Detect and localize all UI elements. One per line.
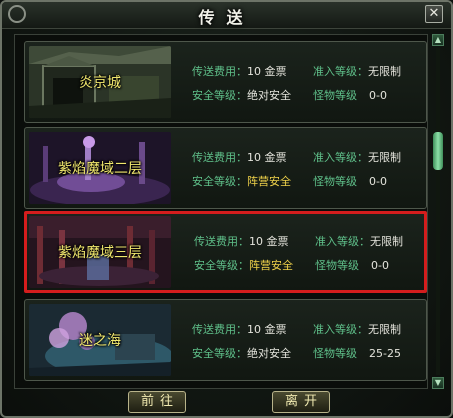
- monster-label: 怪物等级: [315, 259, 359, 272]
- destination-list: 炎京城 传送费用：10 金票 准入等级：无限制 安全等级：绝对安全 怪物等级 0-…: [14, 34, 428, 389]
- safety-value: 绝对安全: [247, 89, 291, 102]
- triangle-up-icon[interactable]: ▲: [432, 34, 444, 46]
- safety-label: 安全等级：: [192, 89, 247, 102]
- triangle-down-icon[interactable]: ▼: [432, 377, 444, 389]
- safety-value: 绝对安全: [247, 347, 291, 360]
- window-title: 传送: [198, 8, 255, 27]
- level-value: 无限制: [368, 323, 401, 336]
- destination-thumbnail: 迷之海: [29, 304, 171, 376]
- destination-thumbnail: 紫焰魔域二层: [29, 132, 171, 204]
- monster-value: 25-25: [369, 347, 401, 360]
- monster-value: 0-0: [369, 175, 387, 188]
- level-label: 准入等级：: [313, 65, 368, 78]
- level-value: 无限制: [368, 151, 401, 164]
- destination-name: 炎京城: [79, 75, 121, 91]
- level-value: 无限制: [370, 235, 403, 248]
- cost-value: 10 金票: [247, 151, 287, 164]
- destination-thumbnail: 紫焰魔域三层: [29, 216, 171, 288]
- destination-item-mystic-sea[interactable]: 迷之海 传送费用：10 金票 准入等级：无限制 安全等级：绝对安全 怪物等级 25…: [24, 299, 427, 381]
- destination-item-yanjing[interactable]: 炎京城 传送费用：10 金票 准入等级：无限制 安全等级：绝对安全 怪物等级 0-…: [24, 41, 427, 123]
- destination-thumbnail: 炎京城: [29, 46, 171, 118]
- cost-value: 10 金票: [249, 235, 289, 248]
- safety-label: 安全等级：: [192, 175, 247, 188]
- scroll-track[interactable]: [436, 48, 440, 375]
- cost-label: 传送费用：: [192, 65, 247, 78]
- safety-value: 阵营安全: [249, 259, 293, 272]
- monster-label: 怪物等级: [313, 347, 357, 360]
- cost-value: 10 金票: [247, 65, 287, 78]
- level-value: 无限制: [368, 65, 401, 78]
- safety-label: 安全等级：: [192, 347, 247, 360]
- safety-label: 安全等级：: [194, 259, 249, 272]
- go-button[interactable]: 前往: [128, 391, 186, 413]
- scroll-thumb[interactable]: [433, 132, 443, 170]
- leave-button[interactable]: 离开: [272, 391, 330, 413]
- close-button[interactable]: ✕: [425, 5, 443, 23]
- list-scrollbar[interactable]: ▲ ▼: [432, 34, 444, 389]
- teleport-window: 传送 ✕ 炎京城 传送费用：10 金票 准入等级：无限制 安全等级：绝对安全 怪…: [0, 0, 453, 418]
- cost-label: 传送费用：: [192, 323, 247, 336]
- cost-label: 传送费用：: [192, 151, 247, 164]
- destination-name: 紫焰魔域三层: [58, 245, 142, 261]
- level-label: 准入等级：: [313, 323, 368, 336]
- safety-value: 阵营安全: [247, 175, 291, 188]
- monster-label: 怪物等级: [313, 89, 357, 102]
- cost-value: 10 金票: [247, 323, 287, 336]
- destination-item-purple-flame-3[interactable]: 紫焰魔域三层 传送费用：10 金票 准入等级：无限制 安全等级：阵营安全 怪物等…: [24, 211, 427, 293]
- destination-item-purple-flame-2[interactable]: 紫焰魔域二层 传送费用：10 金票 准入等级：无限制 安全等级：阵营安全 怪物等…: [24, 127, 427, 209]
- title-bar[interactable]: 传送 ✕: [2, 2, 451, 29]
- level-label: 准入等级：: [313, 151, 368, 164]
- destination-name: 迷之海: [79, 333, 121, 349]
- destination-name: 紫焰魔域二层: [58, 161, 142, 177]
- level-label: 准入等级：: [315, 235, 370, 248]
- monster-label: 怪物等级: [313, 175, 357, 188]
- cost-label: 传送费用：: [194, 235, 249, 248]
- monster-value: 0-0: [371, 259, 389, 272]
- monster-value: 0-0: [369, 89, 387, 102]
